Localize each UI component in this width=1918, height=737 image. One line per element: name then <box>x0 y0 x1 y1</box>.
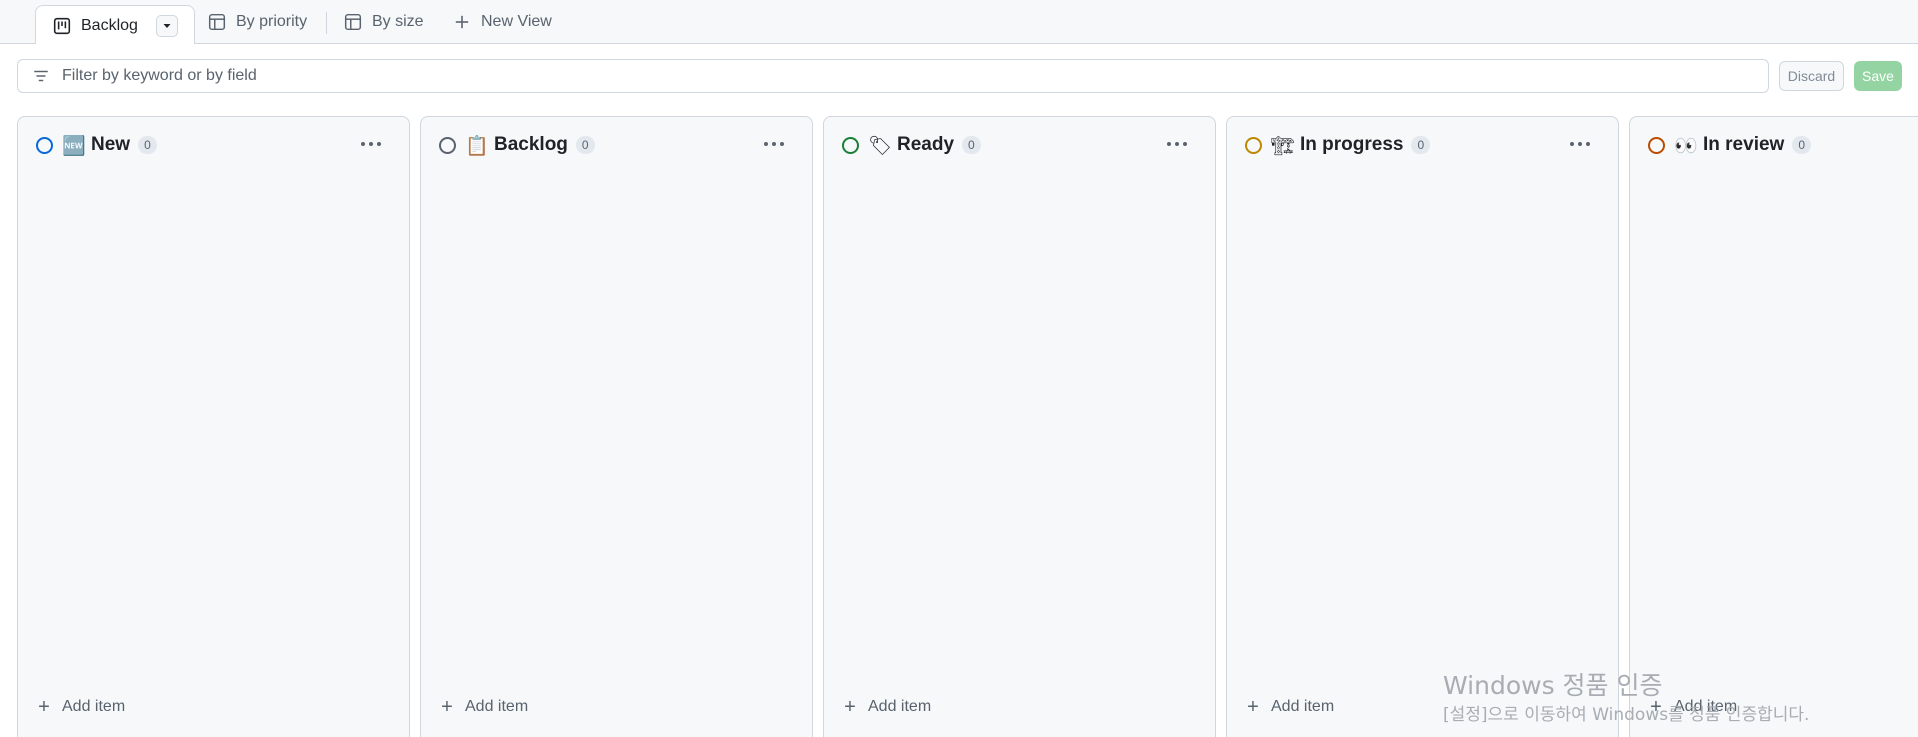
filter-input[interactable] <box>62 67 1742 85</box>
column-title: In review <box>1703 134 1785 155</box>
tab-label: New View <box>481 13 552 30</box>
item-count-badge: 0 <box>1792 136 1812 154</box>
add-item-label: Add item <box>465 698 529 715</box>
column-in-progress: 🏗 In progress 0 + Add item <box>1226 116 1619 737</box>
column-title: Ready <box>897 134 955 155</box>
filter-field[interactable] <box>17 59 1769 93</box>
item-count-badge: 0 <box>1411 136 1431 154</box>
column-ready: 🏷 Ready 0 + Add item <box>823 116 1216 737</box>
board: 🆕 New 0 + Add item 📋 Backlog 0 + Add ite… <box>0 106 1918 737</box>
tab-label: Backlog <box>81 16 138 34</box>
status-circle-icon <box>1648 136 1665 154</box>
plus-icon <box>455 15 469 29</box>
add-item-label: Add item <box>1271 698 1335 715</box>
item-count-badge: 0 <box>138 136 157 154</box>
activation-watermark-text: [설정]으로 이동하여 Windows를 정품 인증합니다. <box>1443 705 1810 725</box>
eyes-emoji-icon: 👀 <box>1674 134 1698 157</box>
discard-button[interactable]: Discard <box>1779 61 1844 91</box>
column-backlog: 📋 Backlog 0 + Add item <box>420 116 813 737</box>
tab-divider <box>326 12 327 34</box>
status-circle-icon <box>1245 136 1262 154</box>
construction-emoji-icon: 🏗 <box>1270 134 1296 157</box>
column-menu-button[interactable] <box>1163 135 1191 153</box>
column-menu-button[interactable] <box>1566 135 1594 153</box>
new-view-button[interactable]: New View <box>453 0 552 44</box>
add-item-button[interactable]: + Add item <box>842 695 931 719</box>
plus-icon: + <box>844 696 856 718</box>
item-count-badge: 0 <box>962 136 981 154</box>
new-emoji-icon: 🆕 <box>62 134 86 157</box>
column-new: 🆕 New 0 + Add item <box>17 116 410 737</box>
item-count-badge: 0 <box>575 136 595 154</box>
tab-label: By size <box>372 13 424 30</box>
add-item-button[interactable]: + Add item <box>439 695 528 719</box>
activation-watermark-title: Windows 정품 인증 <box>1443 671 1663 700</box>
table-icon <box>208 13 226 31</box>
status-circle-icon <box>439 136 456 154</box>
view-tabs-bar: Backlog By priority By size New View <box>0 0 1918 45</box>
status-circle-icon <box>842 136 859 154</box>
plus-icon: + <box>441 696 453 718</box>
add-item-button[interactable]: + Add item <box>1245 695 1334 719</box>
clipboard-emoji-icon: 📋 <box>465 134 489 157</box>
column-title: New <box>91 134 131 155</box>
plus-icon: + <box>38 696 50 718</box>
tab-by-size[interactable]: By size <box>344 0 424 44</box>
column-title: Backlog <box>494 134 568 155</box>
board-icon <box>53 17 71 34</box>
tab-options-button[interactable] <box>155 14 178 37</box>
column-in-review: 👀 In review 0 + Add item <box>1629 116 1918 737</box>
column-header: 📋 Backlog 0 <box>421 117 812 173</box>
column-menu-button[interactable] <box>357 135 385 153</box>
column-header: 🆕 New 0 <box>18 117 409 173</box>
status-circle-icon <box>36 136 53 154</box>
table-icon <box>344 13 362 31</box>
column-header: 👀 In review 0 <box>1630 117 1918 173</box>
filter-bar: Discard Save <box>0 44 1918 106</box>
column-title: In progress <box>1300 134 1404 155</box>
tab-label: By priority <box>236 13 308 30</box>
column-menu-button[interactable] <box>760 135 788 153</box>
save-button[interactable]: Save <box>1854 61 1902 91</box>
column-header: 🏗 In progress 0 <box>1227 117 1618 173</box>
tab-backlog[interactable]: Backlog <box>35 5 195 45</box>
filter-icon <box>34 70 48 82</box>
column-header: 🏷 Ready 0 <box>824 117 1215 173</box>
caret-down-icon <box>163 23 171 28</box>
label-tag-emoji-icon: 🏷 <box>867 134 893 157</box>
plus-icon: + <box>1247 696 1259 718</box>
add-item-button[interactable]: + Add item <box>36 695 125 719</box>
tab-by-priority[interactable]: By priority <box>208 0 307 44</box>
add-item-label: Add item <box>62 698 126 715</box>
add-item-label: Add item <box>868 698 932 715</box>
